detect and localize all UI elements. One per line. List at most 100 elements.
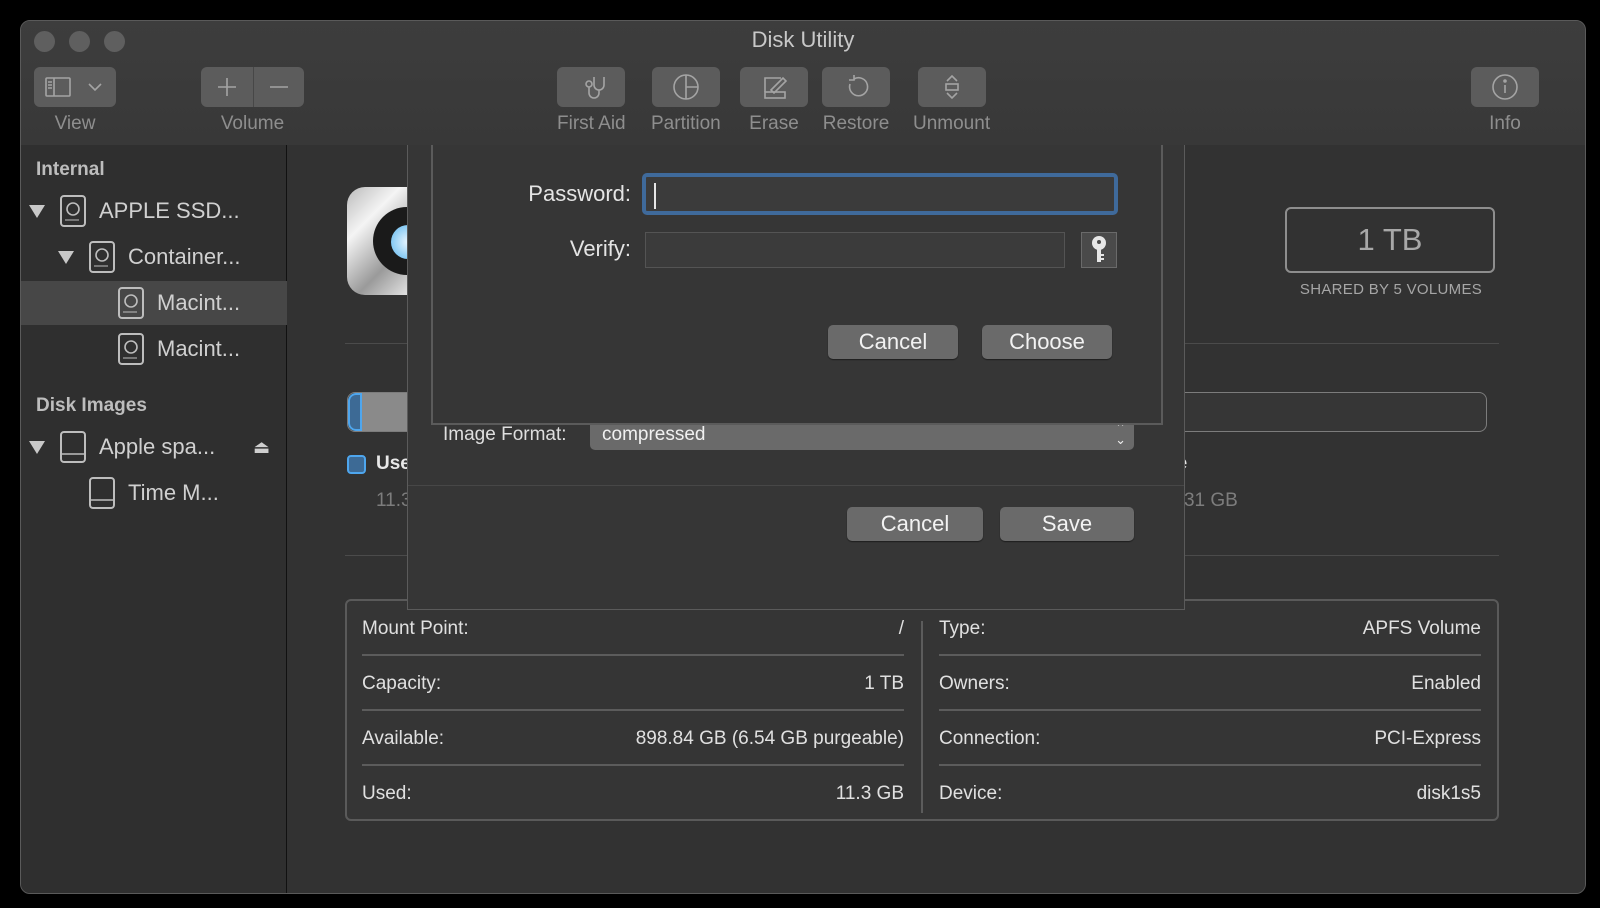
erase-button[interactable] bbox=[740, 67, 808, 107]
sidebar-item-apple-ssd[interactable]: APPLE SSD... bbox=[21, 189, 294, 233]
unmount-group: Unmount bbox=[913, 67, 990, 135]
verify-input[interactable] bbox=[645, 232, 1065, 268]
text-caret bbox=[654, 183, 656, 209]
info-row-capacity: Capacity: 1 TB bbox=[362, 656, 904, 711]
unmount-icon bbox=[944, 74, 959, 100]
internal-disk-icon bbox=[118, 287, 144, 319]
disclosure-triangle-icon[interactable] bbox=[58, 250, 74, 264]
volume-info-table: Mount Point: / Capacity: 1 TB Available:… bbox=[345, 599, 1499, 821]
sidebar-item-label: Time M... bbox=[128, 480, 219, 505]
info-value: APFS Volume bbox=[1362, 617, 1481, 639]
disclosure-triangle-icon[interactable] bbox=[29, 204, 45, 218]
external-disk-icon bbox=[60, 431, 86, 463]
stethoscope-icon bbox=[585, 77, 606, 99]
view-button[interactable] bbox=[34, 67, 116, 107]
info-label: Type: bbox=[939, 617, 986, 639]
view-group: View bbox=[34, 67, 116, 135]
info-row-used: Used: 11.3 GB bbox=[362, 766, 904, 821]
info-label: Info bbox=[1489, 113, 1521, 134]
erase-label: Erase bbox=[749, 113, 799, 134]
remove-volume-button[interactable] bbox=[254, 67, 304, 107]
internal-disk-icon bbox=[60, 195, 86, 227]
info-label: Available: bbox=[362, 727, 445, 749]
pie-chart-icon bbox=[673, 74, 699, 100]
sidebar-item-container[interactable]: Container... bbox=[21, 235, 323, 279]
info-label: Device: bbox=[939, 782, 1003, 804]
partition-label: Partition bbox=[651, 113, 721, 134]
window-title: Disk Utility bbox=[751, 27, 855, 52]
plus-icon bbox=[218, 78, 236, 96]
minus-icon bbox=[270, 86, 288, 88]
info-label: Used: bbox=[362, 782, 412, 804]
info-value: / bbox=[898, 617, 904, 639]
sidebar-header-internal: Internal bbox=[36, 159, 105, 180]
eject-icon[interactable]: ⏏ bbox=[253, 437, 270, 458]
password-assistant-button[interactable] bbox=[1081, 232, 1117, 268]
divider bbox=[408, 485, 1184, 486]
info-row-device: Device: disk1s5 bbox=[939, 766, 1481, 821]
password-cancel-button[interactable]: Cancel bbox=[828, 325, 958, 359]
info-value: 11.3 GB bbox=[835, 782, 904, 804]
sidebar-item-label: Macint... bbox=[157, 336, 241, 361]
info-label: Mount Point: bbox=[362, 617, 469, 639]
capacity-display: 1 TB bbox=[1285, 207, 1495, 273]
view-label: View bbox=[54, 113, 96, 134]
image-format-label: Image Format: bbox=[443, 424, 567, 445]
first-aid-button[interactable] bbox=[557, 67, 626, 107]
info-value: disk1s5 bbox=[1416, 782, 1481, 804]
erase-group: Erase bbox=[740, 67, 808, 135]
chevron-down-icon bbox=[88, 83, 102, 92]
erase-icon bbox=[764, 76, 788, 99]
info-value: Enabled bbox=[1411, 672, 1481, 694]
info-label: Connection: bbox=[939, 727, 1041, 749]
popup-arrows-icon: ⌃ ⌄ bbox=[1115, 420, 1126, 447]
sidebar-header-disk-images: Disk Images bbox=[36, 395, 147, 416]
verify-label: Verify: bbox=[569, 236, 631, 261]
usage-bar-other-segment bbox=[362, 393, 408, 431]
first-aid-label: First Aid bbox=[557, 113, 626, 134]
cancel-button[interactable]: Cancel bbox=[847, 507, 983, 541]
volume-label: Volume bbox=[220, 113, 285, 134]
restore-label: Restore bbox=[822, 113, 890, 134]
restore-group: Restore bbox=[822, 67, 890, 135]
sidebar-item-label: Macint... bbox=[157, 290, 241, 315]
capacity-subtitle: SHARED BY 5 VOLUMES bbox=[1299, 281, 1483, 298]
disclosure-triangle-icon[interactable] bbox=[29, 440, 45, 454]
password-label: Password: bbox=[528, 181, 631, 206]
unmount-button[interactable] bbox=[917, 67, 986, 107]
internal-disk-icon bbox=[89, 241, 115, 273]
add-volume-button[interactable] bbox=[201, 67, 254, 107]
choose-button[interactable]: Choose bbox=[982, 325, 1112, 359]
toolbar: Disk Utility View Volume First Aid Parti… bbox=[21, 21, 1585, 146]
sidebar-item-label: Container... bbox=[128, 244, 241, 269]
info-button[interactable] bbox=[1471, 67, 1539, 107]
usage-bar-used-segment bbox=[348, 393, 362, 431]
password-input[interactable] bbox=[642, 173, 1118, 215]
sidebar-item-label: APPLE SSD... bbox=[99, 198, 240, 223]
info-label: Owners: bbox=[939, 672, 1010, 694]
restore-button[interactable] bbox=[822, 67, 890, 107]
volume-group: Volume bbox=[201, 67, 304, 135]
disk-utility-window: Disk Utility View Volume First Aid Parti… bbox=[20, 20, 1586, 894]
info-row-owners: Owners: Enabled bbox=[939, 656, 1481, 711]
column-divider bbox=[921, 621, 923, 813]
sidebar-item-apple-sparse[interactable]: Apple spa... ⏏ bbox=[21, 425, 294, 469]
external-disk-icon bbox=[89, 477, 115, 509]
key-icon bbox=[1092, 236, 1106, 262]
partition-button[interactable] bbox=[651, 67, 720, 107]
internal-disk-icon bbox=[118, 333, 144, 365]
info-row-connection: Connection: PCI-Express bbox=[939, 711, 1481, 766]
info-group: Info bbox=[1471, 67, 1539, 135]
image-format-value: compressed bbox=[602, 423, 706, 445]
sidebar-item-label: Apple spa... bbox=[99, 434, 216, 459]
restore-icon bbox=[848, 75, 869, 97]
unmount-label: Unmount bbox=[913, 113, 991, 134]
info-value: 1 TB bbox=[864, 672, 904, 694]
info-row-available: Available: 898.84 GB (6.54 GB purgeable) bbox=[362, 711, 904, 766]
save-button[interactable]: Save bbox=[1000, 507, 1134, 541]
info-icon bbox=[1492, 74, 1518, 100]
first-aid-group: First Aid bbox=[557, 67, 626, 135]
sidebar-icon bbox=[45, 77, 71, 97]
password-sheet: Password: Verify: Cancel Choose bbox=[431, 145, 1163, 425]
info-value: PCI-Express bbox=[1374, 727, 1481, 749]
